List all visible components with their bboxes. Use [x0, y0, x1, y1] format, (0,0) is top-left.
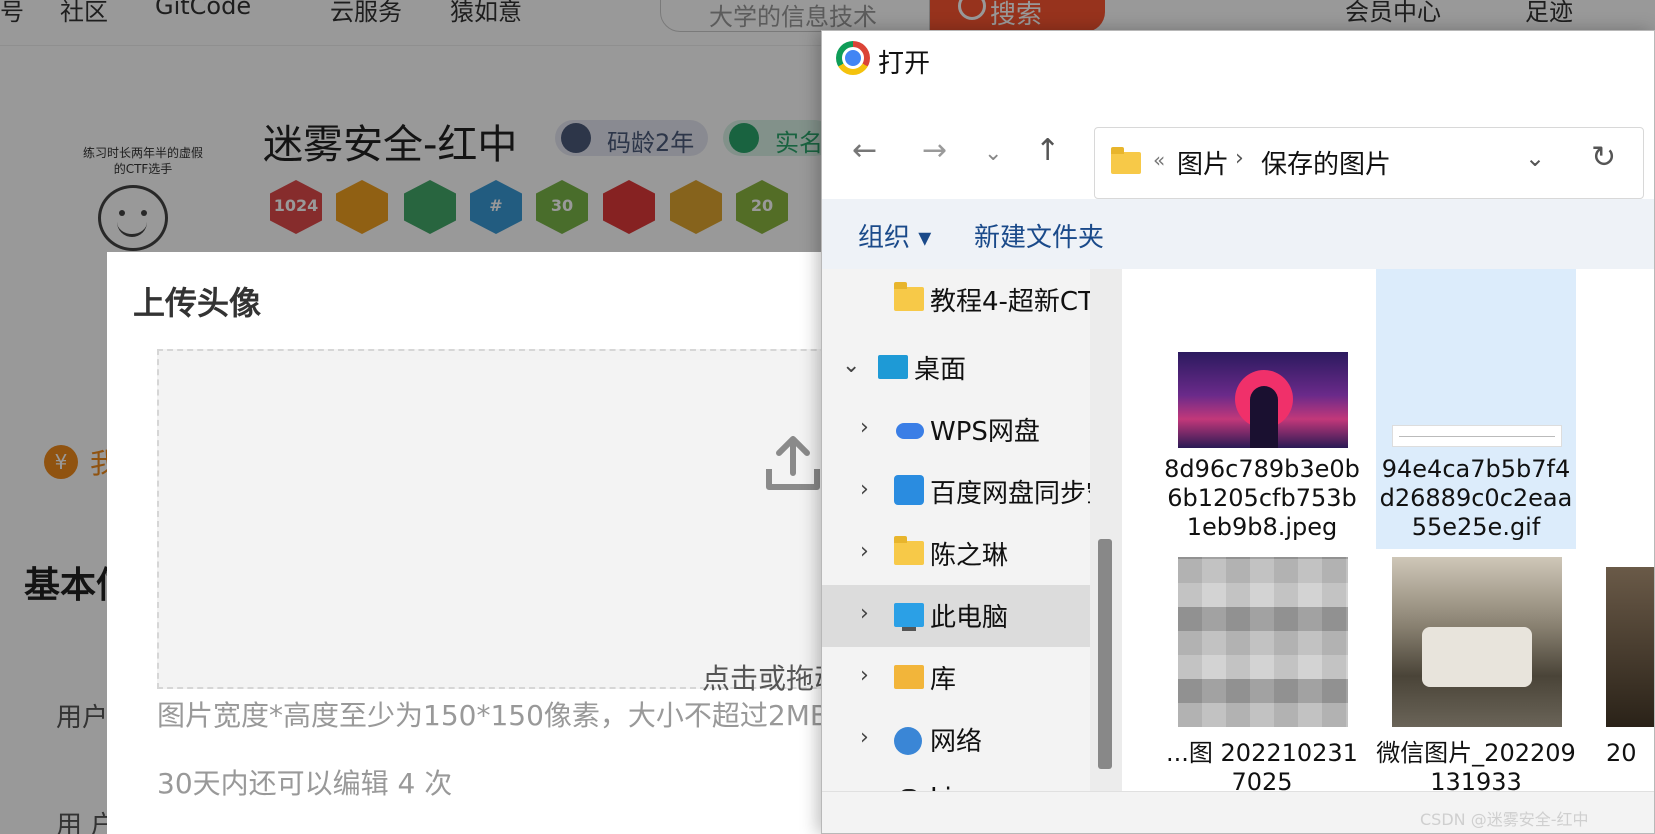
chevron-right-icon[interactable]: ›: [860, 415, 869, 440]
breadcrumb-separator-icon[interactable]: ›: [1235, 146, 1244, 171]
csdn-watermark: CSDN @迷雾安全-红中: [1420, 810, 1589, 829]
tree-item-label: 桌面: [914, 355, 967, 385]
upload-icon: [766, 436, 820, 490]
overflow-chevron-icon[interactable]: «: [1153, 148, 1165, 172]
back-arrow-icon[interactable]: ←: [852, 136, 877, 166]
file-item[interactable]: 8d96c789b3e0b6b1205cfb753b1eb9b8.jpeg: [1162, 269, 1362, 549]
tree-item-label: WPS网盘: [930, 417, 1040, 447]
address-dropdown-icon[interactable]: ⌄: [1525, 144, 1545, 172]
chrome-icon: [836, 41, 870, 75]
recent-locations-chevron-icon[interactable]: ⌄: [984, 139, 1002, 169]
folder-icon: [894, 536, 924, 565]
up-arrow-icon[interactable]: ↑: [1035, 136, 1060, 166]
chevron-right-icon[interactable]: ›: [860, 477, 869, 502]
baidu-netdisk-icon: [894, 475, 924, 505]
tree-item-label: 陈之琳: [930, 541, 1009, 571]
image-thumbnail: [1178, 352, 1348, 448]
tree-item-this-pc[interactable]: › 此电脑: [822, 585, 1090, 647]
file-name: ...图 2022102317025: [1166, 739, 1358, 796]
open-file-dialog: 打开 ← → ⌄ ↑ « 图片 › 保存的图片 ⌄ ↻ 组织 ▾ 新建文件夹 教…: [821, 30, 1655, 834]
tree-item-tutorial-folder[interactable]: 教程4-超新CTF:: [822, 269, 1092, 331]
size-hint: 图片宽度*高度至少为150*150像素，大小不超过2MB: [157, 699, 830, 732]
network-icon: [894, 727, 922, 755]
breadcrumb-pictures[interactable]: 图片: [1177, 144, 1229, 181]
file-name: 20: [1606, 739, 1637, 767]
image-thumbnail: [1178, 557, 1348, 727]
scrollbar-thumb[interactable]: [1098, 539, 1112, 769]
cloud-icon: [894, 417, 924, 441]
dialog-toolbar: 组织 ▾ 新建文件夹: [822, 199, 1654, 269]
dialog-titlebar[interactable]: 打开: [822, 31, 1654, 87]
chevron-right-icon[interactable]: ›: [860, 601, 869, 626]
tree-item-network[interactable]: › 网络: [822, 709, 1090, 771]
image-thumbnail: [1392, 425, 1562, 447]
file-name: 微信图片_202209131933: [1376, 739, 1576, 796]
chevron-right-icon[interactable]: ›: [860, 539, 869, 564]
file-item-selected[interactable]: 94e4ca7b5b7f4d26889c0c2eaa55e25e.gif: [1376, 269, 1576, 549]
chevron-down-icon[interactable]: ⌄: [842, 353, 860, 378]
library-icon: [894, 665, 924, 689]
folder-icon: [1111, 147, 1141, 174]
tree-item-baidu-sync[interactable]: › 百度网盘同步空: [822, 461, 1092, 523]
file-name: 8d96c789b3e0b6b1205cfb753b1eb9b8.jpeg: [1164, 455, 1360, 541]
chevron-right-icon[interactable]: ›: [860, 725, 869, 750]
tree-item-label: 库: [930, 665, 957, 695]
tree-item-desktop[interactable]: ⌄ 桌面: [822, 337, 1090, 399]
tree-item-label: 网络: [930, 727, 983, 757]
chevron-right-icon[interactable]: ›: [860, 663, 869, 688]
file-name: 94e4ca7b5b7f4d26889c0c2eaa55e25e.gif: [1379, 455, 1573, 541]
tree-item-label: 此电脑: [930, 603, 1009, 633]
address-bar[interactable]: « 图片 › 保存的图片 ⌄ ↻: [1094, 127, 1644, 199]
new-folder-button[interactable]: 新建文件夹: [974, 217, 1104, 254]
computer-icon: [894, 603, 924, 631]
navigation-pane: 教程4-超新CTF: ⌄ 桌面 › WPS网盘 › 百度网盘同步空 › 陈之琳 …: [822, 269, 1092, 833]
forward-arrow-icon[interactable]: →: [922, 136, 947, 166]
tree-item-wps-drive[interactable]: › WPS网盘: [822, 399, 1090, 461]
folder-icon: [894, 282, 924, 311]
file-list: 8d96c789b3e0b6b1205cfb753b1eb9b8.jpeg 94…: [1122, 269, 1654, 833]
image-thumbnail: [1606, 567, 1654, 727]
navigation-bar: ← → ⌄ ↑ « 图片 › 保存的图片 ⌄ ↻: [822, 87, 1654, 199]
image-thumbnail: [1392, 557, 1562, 727]
tree-item-user-folder[interactable]: › 陈之琳: [822, 523, 1090, 585]
breadcrumb-saved-pictures[interactable]: 保存的图片: [1261, 144, 1391, 181]
desktop-icon: [878, 355, 908, 379]
upload-avatar-modal: 上传头像 点击或拖动图 图片宽度*高度至少为150*150像素，大小不超过2MB…: [107, 252, 877, 834]
tree-item-label: 百度网盘同步空: [930, 479, 1092, 509]
tree-item-libraries[interactable]: › 库: [822, 647, 1090, 709]
modal-title: 上传头像: [133, 284, 262, 322]
dialog-title: 打开: [878, 49, 931, 79]
image-dropzone[interactable]: 点击或拖动图: [157, 349, 877, 695]
refresh-icon[interactable]: ↻: [1591, 140, 1616, 175]
organize-menu-button[interactable]: 组织 ▾: [858, 217, 931, 254]
tree-item-label: 教程4-超新CTF:: [930, 287, 1092, 317]
edit-limit-text: 30天内还可以编辑 4 次: [157, 767, 453, 800]
navigation-pane-scrollbar[interactable]: [1090, 269, 1122, 833]
